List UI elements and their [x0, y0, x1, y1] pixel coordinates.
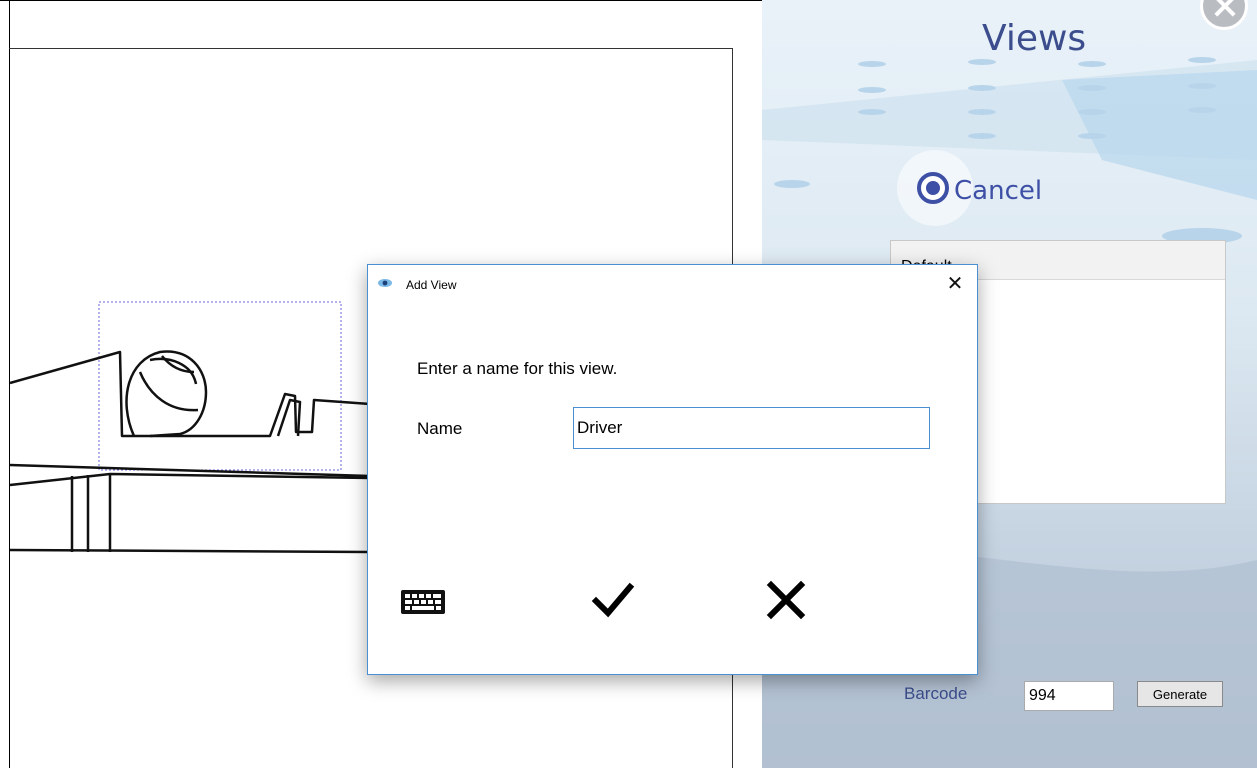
cancel-view-button[interactable]: Cancel [897, 150, 1067, 226]
generate-button[interactable]: Generate [1137, 681, 1223, 707]
radio-cancel-icon [917, 172, 949, 204]
barcode-label: Barcode [904, 684, 968, 703]
dialog-prompt: Enter a name for this view. [417, 359, 618, 378]
cancel-label: Cancel [954, 176, 1043, 206]
dialog-cancel-button[interactable] [763, 579, 809, 623]
add-view-dialog: Add View ✕ Enter a name for this view. N… [367, 264, 978, 675]
barcode-input[interactable] [1024, 681, 1114, 711]
application-window: Views Cancel Default Barcode Generate Ad… [0, 0, 1257, 768]
eye-icon [378, 279, 392, 287]
dialog-close-icon[interactable]: ✕ [940, 271, 970, 297]
selection-box [98, 301, 342, 471]
checkmark-icon [591, 582, 635, 618]
ok-button[interactable] [590, 579, 636, 623]
dialog-title: Add View [406, 278, 457, 292]
dialog-titlebar[interactable]: Add View ✕ [368, 265, 977, 303]
name-input[interactable] [573, 407, 930, 449]
x-icon [766, 580, 806, 620]
name-label: Name [417, 419, 463, 438]
keyboard-icon [401, 590, 445, 614]
views-title: Views [982, 18, 1087, 59]
keyboard-button[interactable] [398, 583, 450, 619]
